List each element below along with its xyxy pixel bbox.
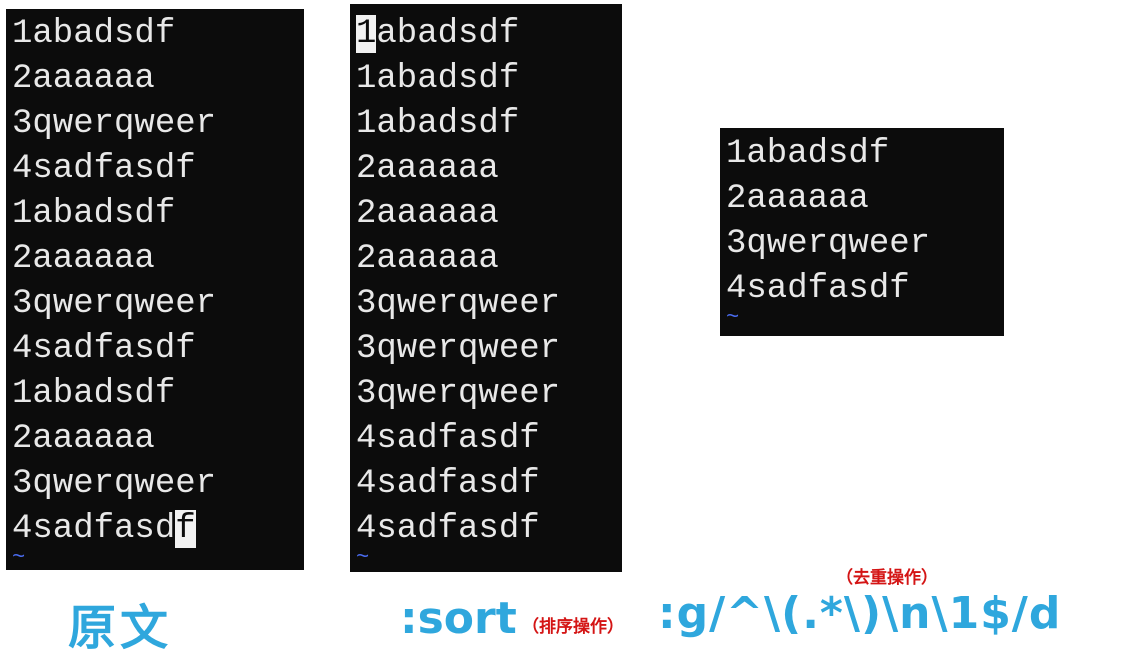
text-line: 4sadfasdf — [356, 465, 540, 503]
text-cursor: f — [175, 510, 196, 548]
text-line: 1abadsdf — [12, 195, 176, 233]
text-line: 1abadsdf — [726, 135, 890, 173]
text-line: 1abadsdf — [12, 375, 176, 413]
dedup-note: （去重操作） — [836, 568, 938, 588]
terminal-original[interactable]: 1abadsdf 2aaaaaa 3qwerqweer 4sadfasdf 1a… — [6, 9, 304, 570]
text-line: 1abadsdf — [356, 60, 520, 98]
text-line-content: abadsdf — [376, 15, 520, 53]
text-line: 4sadfasdf — [726, 270, 910, 308]
text-line: 2aaaaaa — [356, 150, 499, 188]
text-line-content: 4sadfasd — [12, 510, 176, 548]
text-line: 3qwerqweer — [356, 375, 561, 413]
text-line: 4sadfasdf — [356, 510, 540, 548]
text-line: 1abadsdf — [356, 105, 520, 143]
text-line: 3qwerqweer — [356, 285, 561, 323]
dedup-command-caption: :g/^\(.*\)\n\1$/d — [658, 588, 1062, 639]
text-line-first: 1abadsdf — [356, 12, 622, 57]
text-line: 2aaaaaa — [356, 195, 499, 233]
text-line: 3qwerqweer — [12, 465, 217, 503]
text-line: 2aaaaaa — [12, 60, 155, 98]
text-line: 2aaaaaa — [726, 180, 869, 218]
text-line: 2aaaaaa — [12, 420, 155, 458]
text-line: 3qwerqweer — [12, 285, 217, 323]
text-line: 3qwerqweer — [356, 330, 561, 368]
sort-note: （排序操作） — [522, 617, 624, 637]
text-line: 2aaaaaa — [356, 240, 499, 278]
terminal-sorted[interactable]: 1abadsdf 1abadsdf 1abadsdf 2aaaaaa 2aaaa… — [350, 4, 622, 572]
text-line: 4sadfasdf — [12, 330, 196, 368]
text-line: 1abadsdf — [12, 15, 176, 53]
text-line: 4sadfasdf — [356, 420, 540, 458]
sort-command-caption: :sort — [400, 593, 517, 644]
text-line: 2aaaaaa — [12, 240, 155, 278]
text-line: 4sadfasdf — [12, 150, 196, 188]
caption-original: 原文 — [68, 600, 173, 656]
terminal-dedup[interactable]: 1abadsdf 2aaaaaa 3qwerqweer 4sadfasdf ~ — [720, 128, 1004, 336]
text-cursor: 1 — [356, 15, 377, 53]
text-line-last: 4sadfasdf — [12, 507, 304, 552]
text-line: 3qwerqweer — [12, 105, 217, 143]
text-line: 3qwerqweer — [726, 225, 931, 263]
